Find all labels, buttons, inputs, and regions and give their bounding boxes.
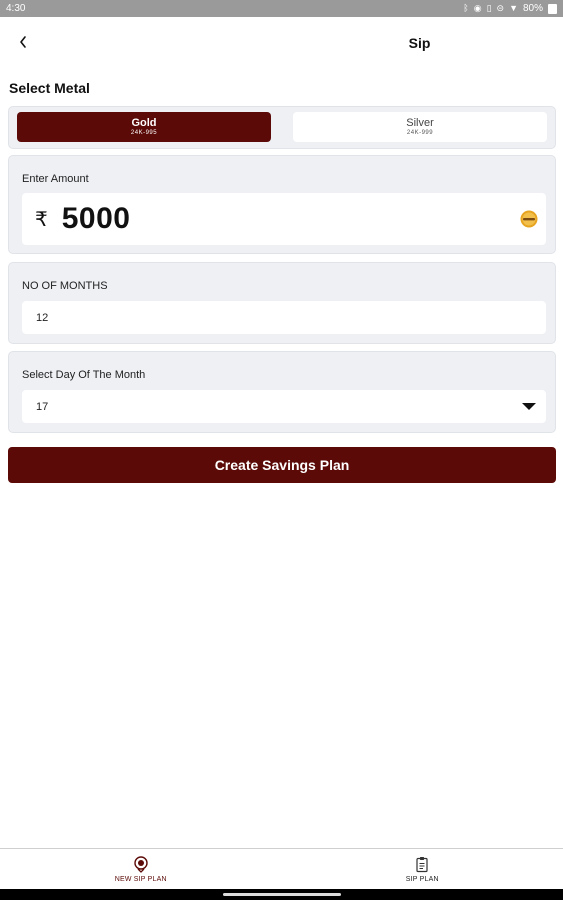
bottom-nav: NEW SIP PLAN SIP PLAN (0, 848, 563, 889)
gesture-bar (0, 889, 563, 900)
nav-label: SIP PLAN (405, 875, 439, 883)
metal-name: Silver (406, 117, 434, 129)
clipboard-icon (416, 856, 428, 872)
day-select-value: 17 (36, 400, 49, 413)
dropdown-arrow-icon (522, 403, 536, 410)
day-card: Select Day Of The Month 17 (8, 351, 556, 433)
nav-label: NEW SIP PLAN (114, 875, 167, 883)
nav-sip-plan[interactable]: SIP PLAN (282, 849, 563, 889)
months-card: NO OF MONTHS 12 (8, 262, 556, 344)
metal-option-gold[interactable]: Gold 24K-995 (17, 112, 271, 142)
status-time: 4:30 (6, 3, 26, 14)
create-savings-plan-button[interactable]: Create Savings Plan (8, 447, 556, 483)
day-select[interactable]: 17 (22, 390, 546, 423)
amount-value: 5000 (61, 202, 131, 235)
battery-icon (548, 3, 557, 14)
home-gesture-handle[interactable] (222, 893, 341, 896)
gold-coin-icon (520, 210, 538, 228)
amount-label: Enter Amount (22, 173, 89, 185)
app-bar: Sip (0, 17, 563, 69)
metal-name: Gold (131, 117, 157, 129)
location-icon: ◉ (473, 3, 482, 13)
status-bar: 4:30 ᛒ ◉ ▯ ⊝ ▼ 80% (0, 0, 563, 17)
status-icons: ᛒ ◉ ▯ ⊝ ▼ 80% (463, 3, 557, 14)
amount-card: Enter Amount ₹ 5000 (8, 155, 556, 254)
metal-purity: 24K-999 (406, 130, 434, 136)
battery-percent: 80% (522, 3, 543, 14)
day-label: Select Day Of The Month (22, 369, 146, 381)
metal-option-silver[interactable]: Silver 24K-999 (293, 112, 547, 142)
wifi-icon: ▼ (509, 3, 518, 13)
sip-coin-icon (134, 855, 148, 873)
metal-purity: 24K-995 (130, 130, 158, 136)
months-label: NO OF MONTHS (22, 280, 108, 292)
page-title: Sip (408, 35, 431, 51)
months-input[interactable]: 12 (22, 301, 546, 334)
do-not-disturb-icon: ⊝ (496, 3, 505, 13)
metal-selector: Gold 24K-995 Silver 24K-999 (8, 106, 556, 149)
currency-symbol: ₹ (35, 208, 48, 231)
bluetooth-icon: ᛒ (463, 3, 469, 13)
amount-input[interactable]: ₹ 5000 (22, 193, 546, 245)
select-metal-heading: Select Metal (9, 80, 90, 96)
vibrate-icon: ▯ (486, 3, 492, 13)
nav-new-sip-plan[interactable]: NEW SIP PLAN (0, 849, 282, 889)
